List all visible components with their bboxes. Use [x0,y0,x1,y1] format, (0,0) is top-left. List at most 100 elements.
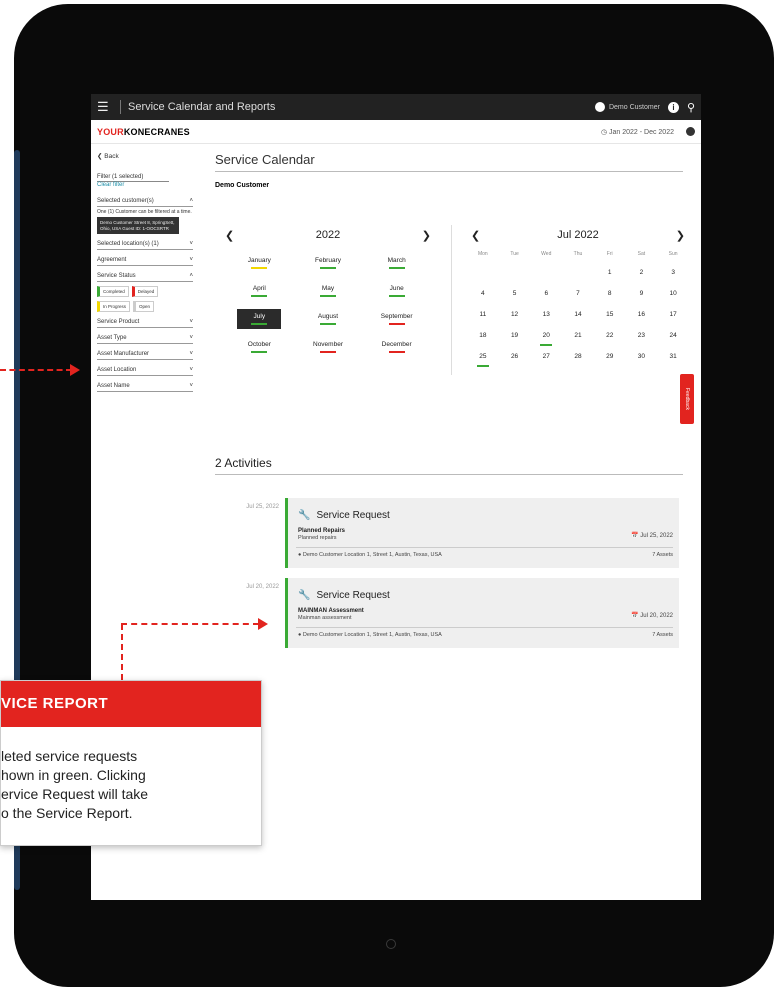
day-cell[interactable]: 19 [499,332,531,342]
day-cell[interactable]: 7 [562,290,594,300]
service-status-toggle[interactable]: Service Status ˄ [97,271,193,282]
day-cell[interactable]: 21 [562,332,594,342]
info-icon[interactable]: i [667,101,679,113]
prev-year-button[interactable]: ❮ [225,229,234,242]
day-cell[interactable]: 11 [467,311,499,321]
day-cell[interactable]: 18 [467,332,499,342]
activity-date: Jul 25, 2022 [246,504,279,510]
page-title: Service Calendar [215,152,683,172]
service-request-card[interactable]: 🔧 Service Request MAINMAN Assessment Mainma… [285,578,679,648]
status-bar [319,267,336,269]
day-cell[interactable]: 28 [562,353,594,363]
day-cell[interactable]: 17 [657,311,689,321]
month-cell[interactable]: October [225,337,294,357]
day-cell[interactable]: 1 [594,269,626,279]
user-icon[interactable] [686,127,695,136]
day-cell[interactable]: 6 [530,290,562,300]
month-grid: January February March April May June July Augu… [225,253,431,357]
card-date: 📅 Jul 20, 2022 [631,613,673,619]
menu-icon[interactable]: ☰ [97,99,113,115]
customer-selector[interactable]: Demo Customer [594,102,660,112]
year-nav: ❮ 2022 ❯ [225,229,431,242]
day-cell[interactable]: 16 [626,311,658,321]
activity-marker [476,365,489,367]
month-cell[interactable]: November [294,337,363,357]
month-cell[interactable]: September [362,309,431,329]
day-cell[interactable]: 5 [499,290,531,300]
next-month-button[interactable]: ❯ [676,229,685,242]
day-cell[interactable]: 8 [594,290,626,300]
globe-icon [594,102,605,112]
date-range[interactable]: ◷ Jan 2022 - Dec 2022 [601,128,674,136]
month-cell[interactable]: December [362,337,431,357]
wrench-icon: 🔧 [298,590,311,601]
day-cell[interactable]: 25 [467,353,499,367]
day-cell[interactable]: 9 [626,290,658,300]
month-name: August [317,313,339,320]
chip-open[interactable]: Open [133,301,155,312]
search-icon[interactable]: ⚲ [687,101,695,114]
selected-customer-box[interactable]: Demo Customer Street 8, SpringSett, Ohio… [97,217,179,234]
day-cell[interactable]: 22 [594,332,626,342]
day-cell[interactable]: 12 [499,311,531,321]
callout-body: leted service requests hown in green. Cl… [1,748,149,821]
logo[interactable]: YOURKONECRANES [97,127,190,137]
back-link[interactable]: ❮ Back [97,152,203,160]
pin-icon: ● [298,552,302,558]
day-cell[interactable]: 29 [594,353,626,363]
asset-name-toggle[interactable]: Asset Name ˅ [97,381,193,392]
day-cell[interactable]: 13 [530,311,562,321]
day-cell[interactable]: 20 [530,332,562,346]
day-cell[interactable]: 15 [594,311,626,321]
weekday-label: Thu [573,251,583,257]
agreement-toggle[interactable]: Agreement ˅ [97,255,193,266]
service-product-toggle[interactable]: Service Product ˅ [97,317,193,328]
asset-count: 7 Assets [652,632,673,638]
next-year-button[interactable]: ❯ [422,229,431,242]
month-cell[interactable]: March [362,253,431,273]
chip-delayed[interactable]: Delayed [131,286,159,297]
month-cell[interactable]: February [294,253,363,273]
month-cell[interactable]: January [225,253,294,273]
card-date: 📅 Jul 25, 2022 [631,533,673,539]
day-cell[interactable]: 24 [657,332,689,342]
month-cell[interactable]: May [294,281,363,301]
customer-note: One (1) Customer can be filtered at a ti… [97,209,192,215]
day-cell[interactable]: 14 [562,311,594,321]
clear-filter-link[interactable]: Clear filter [97,182,203,188]
chip-in-progress[interactable]: In Progress [97,301,131,312]
weekday-header: Mon Tue Wed Thu Fri Sat Sun [467,251,689,257]
month-name: June [389,285,404,292]
day-cell[interactable]: 27 [530,353,562,363]
day-cell[interactable]: 2 [626,269,658,279]
prev-month-button[interactable]: ❮ [471,229,480,242]
feedback-tab[interactable]: Feedback [680,374,694,424]
asset-location-toggle[interactable]: Asset Location ˅ [97,365,193,376]
day-cell[interactable]: 30 [626,353,658,363]
month-cell[interactable]: July [237,309,282,329]
selected-locations-toggle[interactable]: Selected location(s) (1) ˅ [97,239,193,250]
day-cell[interactable]: 26 [499,353,531,363]
asset-type-toggle[interactable]: Asset Type ˅ [97,333,193,344]
day-cell[interactable]: 31 [657,353,689,363]
month-cell[interactable]: April [225,281,294,301]
service-request-card[interactable]: 🔧 Service Request Planned Repairs Planned r… [285,498,679,568]
chip-completed[interactable]: Completed [97,286,129,297]
asset-manufacturer-toggle[interactable]: Asset Manufacturer ˅ [97,349,193,360]
callout-arrow [121,624,123,680]
day-cell[interactable]: 4 [467,290,499,300]
month-cell[interactable]: June [362,281,431,301]
status-bar [388,295,405,297]
month-cell[interactable]: August [294,309,363,329]
day-cell[interactable]: 3 [657,269,689,279]
home-button[interactable] [386,939,396,949]
request-kind: MAINMAN Assessment [298,608,364,614]
day-cell[interactable]: 10 [657,290,689,300]
month-name: May [321,285,335,292]
status-bar [251,351,268,353]
month-name: July [253,313,266,320]
divider [120,100,121,114]
selected-customers-toggle[interactable]: Selected customer(s) ˄ [97,196,193,207]
day-cell[interactable]: 23 [626,332,658,342]
month-name: September [380,313,413,320]
